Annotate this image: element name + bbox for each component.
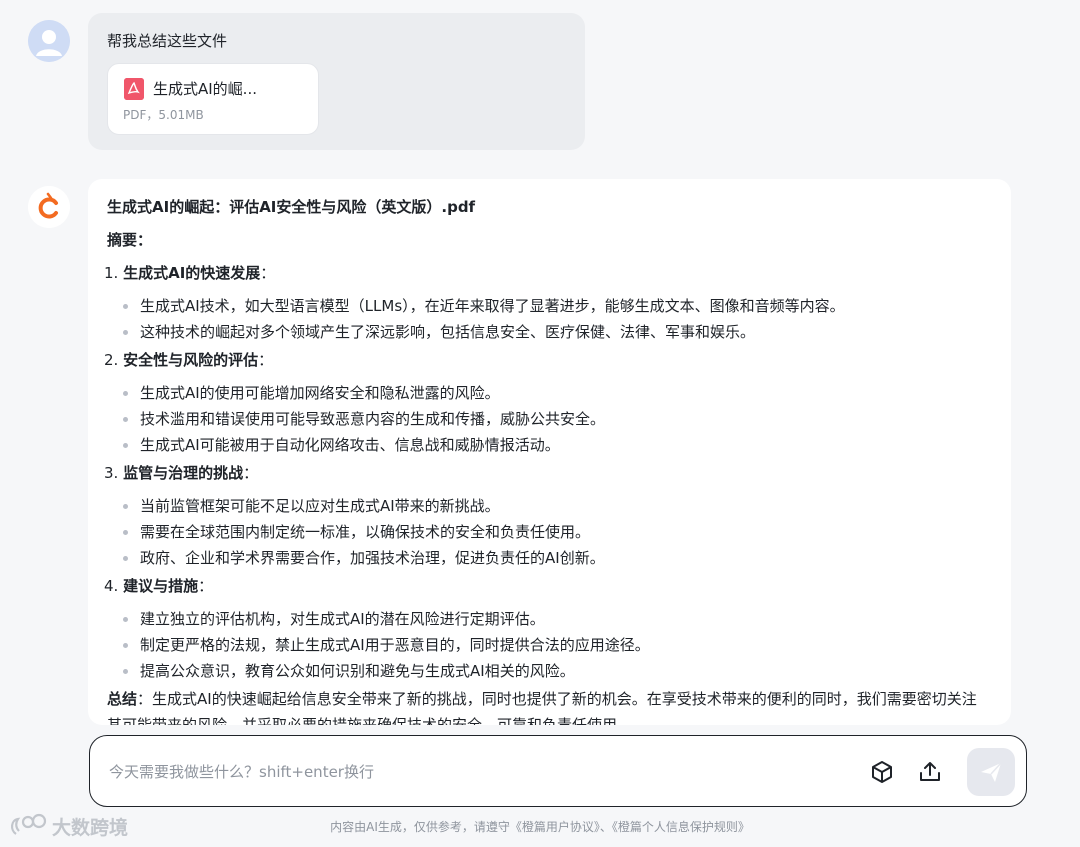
- user-message-bubble: 帮我总结这些文件 生成式AI的崛... PDF，5.01MB: [88, 13, 585, 150]
- section-list: 建立独立的评估机构，对生成式AI的潜在风险进行定期评估。 制定更严格的法规，禁止生…: [107, 606, 987, 684]
- section-heading-text: 生成式AI的快速发展: [123, 264, 261, 282]
- section-list: 当前监管框架可能不足以应对生成式AI带来的新挑战。 需要在全球范围内制定统一标准，…: [107, 493, 987, 571]
- section-heading: 1. 生成式AI的快速发展：: [104, 264, 276, 282]
- list-item: 提高公众意识，教育公众如何识别和避免与生成式AI相关的风险。: [107, 658, 987, 684]
- upload-icon: [920, 762, 940, 781]
- attached-file-card[interactable]: 生成式AI的崛... PDF，5.01MB: [107, 63, 319, 135]
- section-list: 生成式AI的使用可能增加网络安全和隐私泄露的风险。 技术滥用和错误使用可能导致恶意…: [107, 380, 987, 458]
- section-list: 生成式AI技术，如大型语言模型（LLMs），在近年来取得了显著进步，能够生成文本…: [107, 293, 987, 345]
- section-number: 3.: [104, 464, 119, 482]
- chat-input[interactable]: [109, 758, 829, 786]
- file-name: 生成式AI的崛...: [153, 80, 257, 98]
- cube-button[interactable]: [869, 759, 895, 785]
- section-heading-text: 建议与措施: [123, 577, 199, 595]
- send-icon: [981, 762, 1002, 782]
- section-heading: 2. 安全性与风险的评估：: [104, 351, 274, 369]
- list-item: 生成式AI可能被用于自动化网络攻击、信息战和威胁情报活动。: [107, 432, 987, 458]
- list-item: 建立独立的评估机构，对生成式AI的潜在风险进行定期评估。: [107, 606, 987, 632]
- summary-sections: 1. 生成式AI的快速发展： 生成式AI技术，如大型语言模型（LLMs），在近年来…: [104, 260, 987, 684]
- summary-text: 生成式AI的快速崛起给信息安全带来了新的挑战，同时也提供了新的机会。在享受技术带…: [107, 690, 977, 725]
- pdf-icon: [124, 78, 144, 100]
- upload-button[interactable]: [917, 759, 943, 785]
- list-item: 生成式AI的使用可能增加网络安全和隐私泄露的风险。: [107, 380, 987, 406]
- chat-input-box: [89, 735, 1027, 807]
- section-heading-text: 监管与治理的挑战: [123, 464, 244, 482]
- list-item: 政府、企业和学术界需要合作，加强技术治理，促进负责任的AI创新。: [107, 545, 987, 571]
- send-button[interactable]: [967, 748, 1015, 796]
- abstract-label: 摘要：: [107, 231, 153, 249]
- user-avatar: [28, 20, 70, 62]
- user-message-text: 帮我总结这些文件: [107, 32, 228, 50]
- ai-avatar: [28, 186, 70, 228]
- file-meta: PDF，5.01MB: [123, 108, 204, 122]
- list-item: 这种技术的崛起对多个领域产生了深远影响，包括信息安全、医疗保健、法律、军事和娱乐…: [107, 319, 987, 345]
- section-number: 4.: [104, 577, 119, 595]
- summary-paragraph: 总结：生成式AI的快速崛起给信息安全带来了新的挑战，同时也提供了新的机会。在享受…: [107, 686, 987, 725]
- list-item: 生成式AI技术，如大型语言模型（LLMs），在近年来取得了显著进步，能够生成文本…: [107, 293, 987, 319]
- ai-message-content: 生成式AI的崛起：评估AI安全性与风险（英文版）.pdf 摘要： 1. 生成式A…: [104, 194, 987, 725]
- section-number: 1.: [104, 264, 119, 282]
- list-item: 制定更严格的法规，禁止生成式AI用于恶意目的，同时提供合法的应用途径。: [107, 632, 987, 658]
- section-number: 2.: [104, 351, 119, 369]
- list-item: 当前监管框架可能不足以应对生成式AI带来的新挑战。: [107, 493, 987, 519]
- list-item: 需要在全球范围内制定统一标准，以确保技术的安全和负责任使用。: [107, 519, 987, 545]
- summary-label: 总结: [107, 690, 138, 708]
- footer-disclaimer: 内容由AI生成，仅供参考，请遵守《橙篇用户协议》、《橙篇个人信息保护规则》: [330, 820, 750, 834]
- section-heading: 3. 监管与治理的挑战：: [104, 464, 259, 482]
- user-avatar-icon: [28, 20, 70, 62]
- cube-icon: [872, 761, 892, 783]
- section-heading: 4. 建议与措施：: [104, 577, 214, 595]
- document-title: 生成式AI的崛起：评估AI安全性与风险（英文版）.pdf: [107, 198, 476, 216]
- list-item: 技术滥用和错误使用可能导致恶意内容的生成和传播，威胁公共安全。: [107, 406, 987, 432]
- brand-logo-icon: [28, 186, 70, 228]
- ai-message-bubble: 生成式AI的崛起：评估AI安全性与风险（英文版）.pdf 摘要： 1. 生成式A…: [88, 179, 1011, 725]
- section-heading-text: 安全性与风险的评估: [123, 351, 259, 369]
